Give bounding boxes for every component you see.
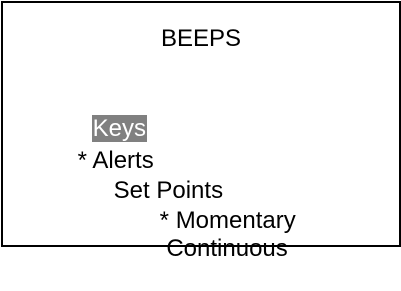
menu-item-continuous-label: Continuous — [166, 235, 288, 262]
lcd-screen: BEEPS Keys * Alerts Set Points * Momenta… — [1, 1, 401, 262]
menu-item-continuous[interactable]: Continuous — [133, 207, 288, 291]
screen-title: BEEPS — [160, 25, 242, 52]
